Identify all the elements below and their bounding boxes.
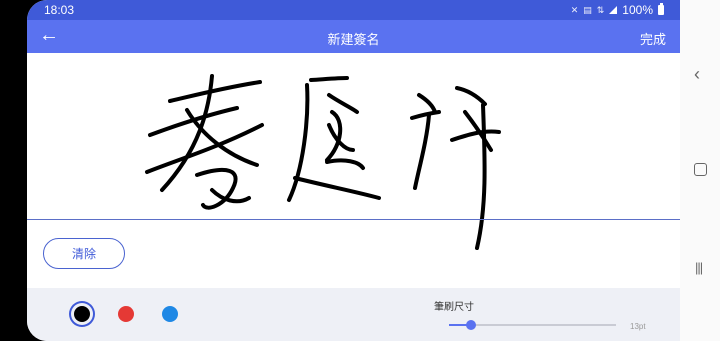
status-bar: 18:03 ✕ ▤ ⇅ 100% <box>27 0 680 20</box>
volte-icon: ▤ <box>583 4 592 15</box>
app-screen: 18:03 ✕ ▤ ⇅ 100% ← 新建簽名 完成 清除 筆刷尺寸 13pt <box>27 0 680 341</box>
signature-baseline <box>27 219 680 220</box>
mute-icon: ✕ <box>570 4 579 15</box>
color-swatch-red[interactable] <box>118 306 134 322</box>
clear-button[interactable]: 清除 <box>43 238 125 269</box>
4g-icon: ⇅ <box>596 4 605 15</box>
brush-toolbar: 筆刷尺寸 13pt <box>27 288 680 341</box>
color-swatch-black[interactable] <box>74 306 90 322</box>
app-bar: ← 新建簽名 完成 <box>27 20 680 53</box>
brush-size-slider[interactable] <box>449 320 616 330</box>
color-swatch-blue[interactable] <box>162 306 178 322</box>
brush-size-label: 筆刷尺寸 <box>434 302 474 313</box>
recents-icon[interactable]: ||| <box>695 260 703 275</box>
brush-size-value: 13pt <box>630 322 646 331</box>
signature-canvas[interactable] <box>27 53 680 221</box>
done-button[interactable]: 完成 <box>640 29 666 48</box>
battery-percent: 100% <box>622 3 653 17</box>
slider-thumb[interactable] <box>465 320 476 330</box>
page-title: 新建簽名 <box>327 32 380 47</box>
chevron-left-icon[interactable]: ‹ <box>694 64 700 85</box>
status-time: 18:03 <box>44 3 75 17</box>
status-indicators: ✕ ▤ ⇅ 100% <box>571 3 664 17</box>
signal-icon <box>609 6 618 14</box>
home-icon[interactable] <box>694 163 707 176</box>
system-nav-bar: ‹ ||| <box>680 0 720 341</box>
battery-icon <box>658 3 664 15</box>
